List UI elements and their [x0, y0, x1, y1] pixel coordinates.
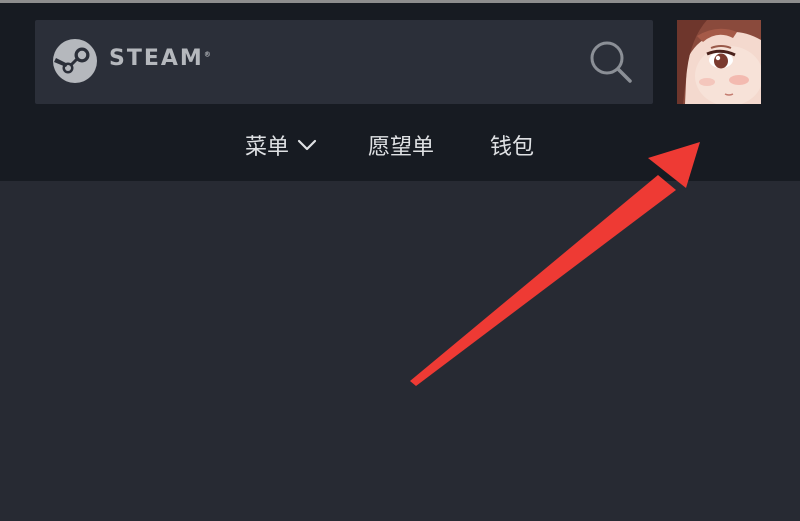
search-box[interactable]: STEAM® [35, 20, 653, 104]
nav-wallet-label: 钱包 [490, 135, 535, 160]
steam-mobile-page: STEAM® 菜单 愿望单 钱包 [0, 0, 800, 521]
main-content [0, 181, 800, 521]
search-icon[interactable] [588, 39, 634, 85]
avatar-image [677, 20, 761, 104]
nav-menu-label: 菜单 [245, 135, 290, 160]
chevron-down-icon [297, 139, 317, 151]
nav-wishlist-label: 愿望单 [368, 135, 435, 160]
user-avatar[interactable] [677, 20, 761, 104]
nav-wishlist[interactable]: 愿望单 [368, 129, 434, 161]
nav-wallet[interactable]: 钱包 [490, 129, 534, 161]
steam-logo-icon [53, 39, 97, 83]
nav-menu[interactable]: 菜单 [245, 129, 317, 161]
store-nav: 菜单 愿望单 钱包 [0, 129, 800, 165]
steam-wordmark: STEAM® [109, 46, 211, 71]
store-header: STEAM® 菜单 愿望单 钱包 [0, 3, 800, 181]
